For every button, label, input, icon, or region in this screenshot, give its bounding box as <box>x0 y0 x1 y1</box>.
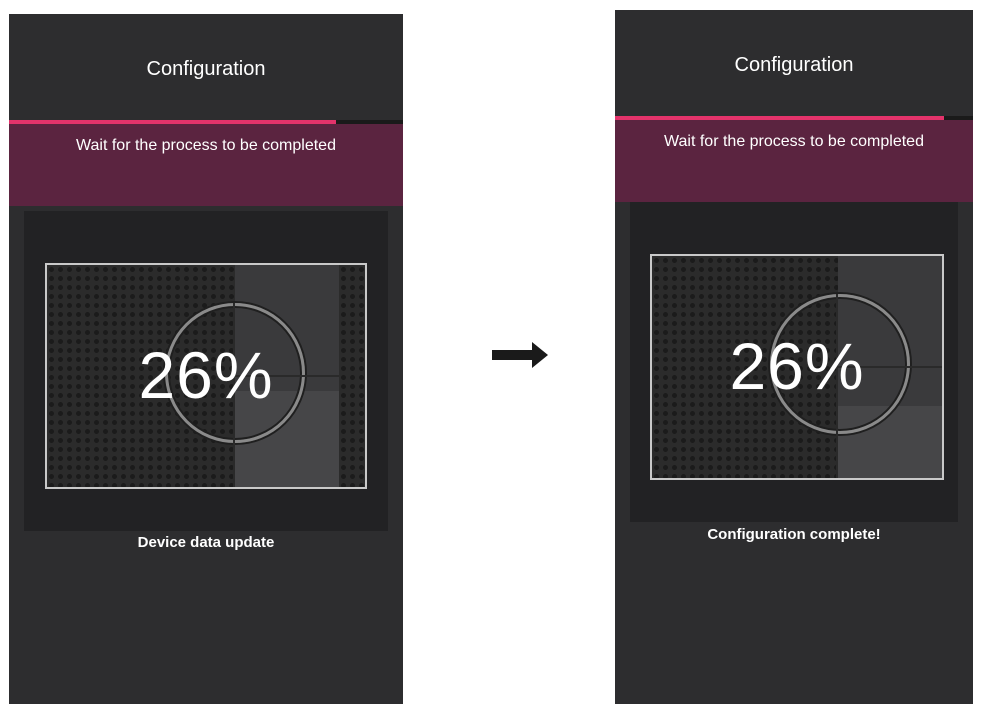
page-title: Configuration <box>146 58 266 80</box>
status-text: Configuration complete! <box>707 526 881 543</box>
phone-screen-after: Configuration Wait for the process to be… <box>615 10 973 704</box>
wait-banner-text: Wait for the process to be completed <box>664 133 924 150</box>
wait-banner: Wait for the process to be completed <box>9 124 403 206</box>
wait-banner: Wait for the process to be completed <box>615 120 973 202</box>
wait-banner-text: Wait for the process to be completed <box>76 137 336 154</box>
header: Configuration <box>615 10 973 116</box>
header: Configuration <box>9 14 403 120</box>
phone-screen-before: Configuration Wait for the process to be… <box>9 14 403 704</box>
device-thumbnail: 26% <box>45 263 367 489</box>
status-text: Device data update <box>137 534 275 551</box>
percent-label: 26% <box>138 338 274 412</box>
arrow-right-icon <box>492 342 548 368</box>
device-thumbnail: 26% <box>650 254 944 480</box>
progress-stage: 26% <box>24 211 388 531</box>
percent-label: 26% <box>729 329 865 403</box>
page-title: Configuration <box>734 54 854 76</box>
thumb-side-strip <box>942 256 944 478</box>
progress-stage: 26% <box>630 202 958 522</box>
